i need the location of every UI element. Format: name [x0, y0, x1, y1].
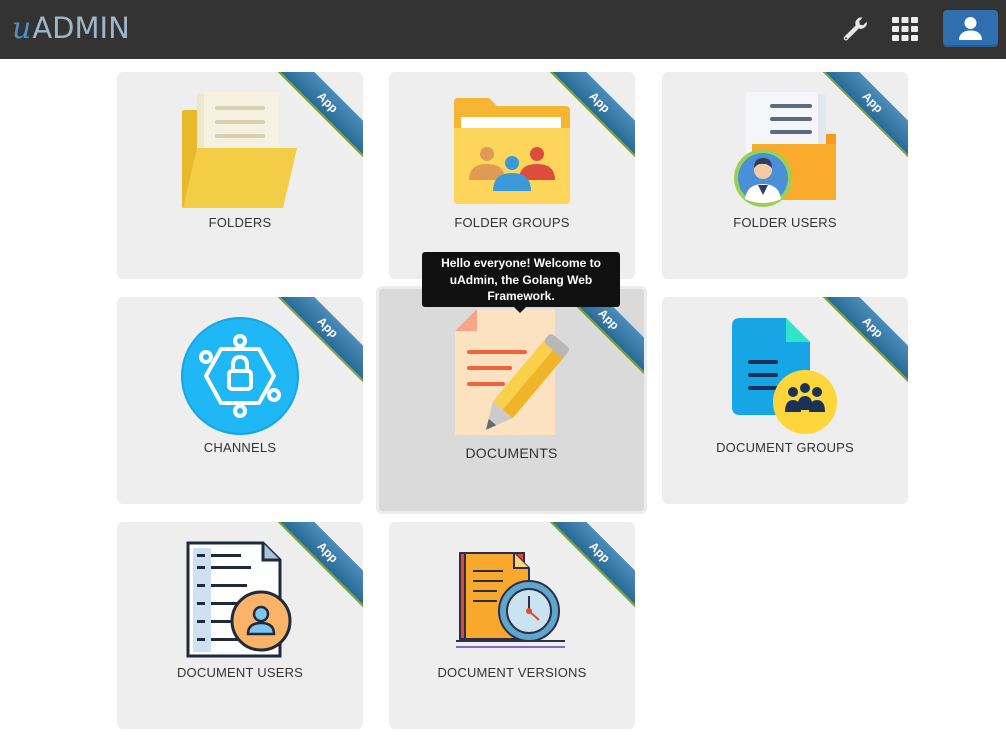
welcome-tooltip: Hello everyone! Welcome to uAdmin, the G…: [422, 252, 620, 313]
user-menu-button[interactable]: [943, 10, 998, 47]
app-card-folder-users[interactable]: FOLDER USERS App: [662, 72, 908, 279]
wrench-icon[interactable]: [840, 14, 870, 44]
app-label: DOCUMENT GROUPS: [716, 440, 854, 455]
app-badge: App: [273, 72, 363, 159]
navbar: uADMIN: [0, 0, 1006, 59]
logo[interactable]: uADMIN: [12, 8, 130, 48]
app-card-document-users[interactable]: DOCUMENT USERS App: [117, 522, 363, 729]
app-label: DOCUMENTS: [465, 445, 558, 461]
app-ribbon: App: [545, 72, 635, 162]
grid-icon[interactable]: [891, 15, 919, 43]
app-label: FOLDER GROUPS: [454, 215, 570, 230]
app-card-folders[interactable]: FOLDERS App: [117, 72, 363, 279]
app-ribbon: App: [273, 297, 363, 387]
app-badge: App: [818, 297, 908, 384]
app-ribbon: App: [545, 522, 635, 612]
app-label: FOLDER USERS: [733, 215, 837, 230]
app-card-document-groups[interactable]: DOCUMENT GROUPS App: [662, 297, 908, 504]
app-ribbon: App: [273, 72, 363, 162]
app-badge: App: [545, 72, 635, 159]
app-card-document-versions[interactable]: DOCUMENT VERSIONS App: [389, 522, 635, 729]
app-card-documents[interactable]: DOCUMENTS App: [376, 286, 647, 514]
app-badge: App: [273, 297, 363, 384]
app-badge: App: [818, 72, 908, 159]
logo-u: u: [12, 11, 32, 46]
app-card-folder-groups[interactable]: FOLDER GROUPS App: [389, 72, 635, 279]
app-label: CHANNELS: [203, 440, 277, 455]
app-label: FOLDERS: [208, 215, 272, 230]
logo-text: ADMIN: [32, 11, 130, 45]
app-ribbon: App: [273, 522, 363, 612]
user-icon: [959, 17, 982, 40]
app-badge: App: [273, 522, 363, 609]
app-card-channels[interactable]: CHANNELS App: [117, 297, 363, 504]
app-badge: App: [545, 522, 635, 609]
app-label: DOCUMENT USERS: [176, 665, 304, 680]
app-label: DOCUMENT VERSIONS: [437, 665, 587, 680]
app-ribbon: App: [818, 72, 908, 162]
app-ribbon: App: [818, 297, 908, 387]
